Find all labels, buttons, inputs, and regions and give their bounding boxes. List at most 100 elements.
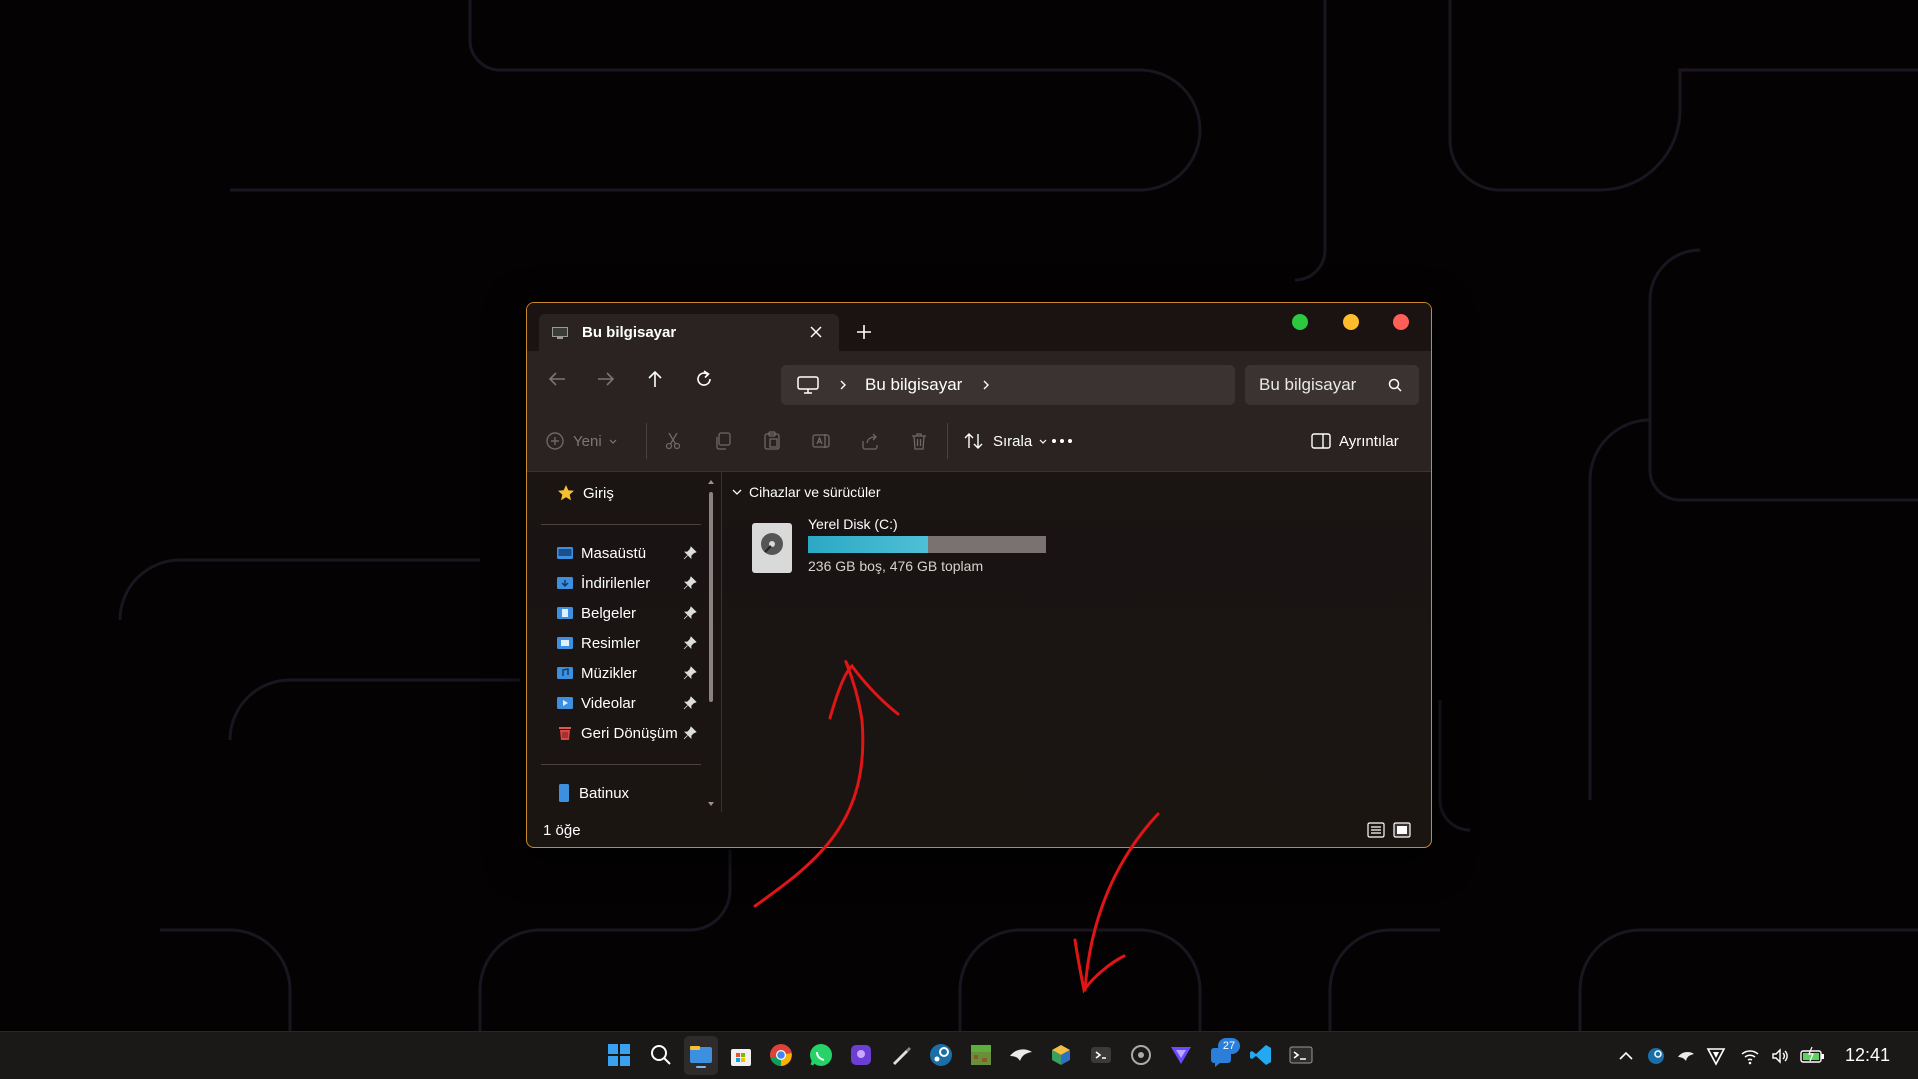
details-view-icon[interactable] (1367, 822, 1385, 838)
cut-icon[interactable] (663, 431, 683, 451)
search-placeholder: Bu bilgisayar (1259, 375, 1357, 394)
sidebar-scrollbar[interactable] (707, 478, 715, 808)
sidebar-item-music[interactable]: Müzikler (557, 662, 707, 684)
sort-arrows-icon (964, 433, 983, 449)
close-tab-icon[interactable] (807, 323, 825, 341)
purple-app-icon[interactable] (848, 1042, 874, 1068)
steam-tray-icon[interactable] (1646, 1046, 1666, 1066)
terminal-app-icon[interactable] (1088, 1042, 1114, 1068)
up-arrow-icon[interactable] (643, 367, 667, 391)
plus-circle-icon (546, 432, 564, 450)
videos-folder-icon (557, 697, 573, 709)
pen-tool-icon[interactable] (888, 1042, 914, 1068)
status-bar: 1 öğe (527, 812, 1431, 847)
pin-icon[interactable] (683, 726, 697, 740)
sidebar-label: Resimler (581, 634, 641, 652)
sidebar-item-home[interactable]: Giriş (557, 482, 707, 504)
start-windows-icon[interactable] (606, 1042, 632, 1068)
minimize-button[interactable] (1343, 314, 1359, 330)
pin-icon[interactable] (683, 696, 697, 710)
pin-icon[interactable] (683, 576, 697, 590)
steam-icon[interactable] (928, 1042, 954, 1068)
chrome-icon[interactable] (768, 1042, 794, 1068)
sidebar-item-documents[interactable]: Belgeler (557, 602, 707, 624)
paste-icon[interactable] (762, 431, 782, 451)
cube-app-icon[interactable] (1048, 1042, 1074, 1068)
pictures-folder-icon (557, 637, 573, 649)
details-pane-icon (1311, 433, 1331, 449)
drive-name: Yerel Disk (C:) (808, 516, 898, 532)
file-explorer-window: Bu bilgisayar Bu bilgisayar Bu bilgisaya… (526, 302, 1432, 848)
divider (541, 524, 701, 525)
more-options-icon[interactable] (1049, 431, 1075, 451)
settings-gear-icon[interactable] (1128, 1042, 1154, 1068)
minecraft-icon[interactable] (968, 1042, 994, 1068)
tab-title: Bu bilgisayar (582, 324, 677, 341)
large-icons-view-icon[interactable] (1393, 822, 1411, 838)
section-title: Cihazlar ve sürücüler (749, 484, 881, 500)
terminal-icon[interactable] (1288, 1042, 1314, 1068)
drive-tile-c[interactable]: Yerel Disk (C:) 236 GB boş, 476 GB topla… (751, 514, 1046, 578)
details-button[interactable]: Ayrıntılar (1311, 431, 1399, 451)
pin-icon[interactable] (683, 636, 697, 650)
navigation-pane: Giriş Masaüstü İndirilenler Belgeler Res… (527, 472, 721, 812)
clock[interactable]: 12:41 (1845, 1045, 1890, 1066)
wifi-icon[interactable] (1740, 1046, 1760, 1066)
sidebar-item-desktop[interactable]: Masaüstü (557, 542, 707, 564)
chevron-right-icon[interactable] (980, 379, 992, 391)
forward-arrow-icon[interactable] (594, 367, 618, 391)
proton-vpn-icon[interactable] (1168, 1042, 1194, 1068)
refresh-icon[interactable] (692, 367, 716, 391)
search-box[interactable]: Bu bilgisayar (1245, 365, 1419, 405)
sidebar-item-user[interactable]: Batinux (557, 782, 707, 804)
close-window-button[interactable] (1393, 314, 1409, 330)
content-area: Cihazlar ve sürücüler Yerel Disk (C:) 23… (723, 472, 1429, 812)
tab-this-pc[interactable]: Bu bilgisayar (539, 314, 839, 351)
search-icon[interactable] (1387, 377, 1403, 393)
documents-folder-icon (557, 607, 573, 619)
section-header-devices[interactable]: Cihazlar ve sürücüler (731, 484, 881, 500)
share-icon[interactable] (860, 431, 880, 451)
sidebar-item-videos[interactable]: Videolar (557, 692, 707, 714)
search-icon[interactable] (648, 1042, 674, 1068)
microsoft-store-icon[interactable] (728, 1042, 754, 1068)
drive-capacity-text: 236 GB boş, 476 GB toplam (808, 558, 984, 574)
user-folder-icon (559, 784, 569, 802)
back-arrow-icon[interactable] (545, 367, 569, 391)
notification-badge: 27 (1218, 1038, 1240, 1054)
recycle-bin-icon (559, 727, 571, 740)
sidebar-item-downloads[interactable]: İndirilenler (557, 572, 707, 594)
pin-icon[interactable] (683, 606, 697, 620)
sidebar-item-pictures[interactable]: Resimler (557, 632, 707, 654)
drive-usage-bar (808, 536, 1046, 553)
new-tab-plus-icon[interactable] (855, 323, 873, 341)
battery-charging-icon[interactable] (1800, 1046, 1826, 1066)
details-label: Ayrıntılar (1339, 432, 1399, 450)
downloads-folder-icon (557, 577, 573, 589)
hard-drive-icon (752, 523, 792, 573)
chevron-right-icon[interactable] (837, 379, 849, 391)
sidebar-label: Giriş (583, 484, 614, 502)
new-button[interactable]: Yeni (545, 431, 618, 451)
computer-icon (797, 376, 819, 394)
copy-icon[interactable] (713, 431, 733, 451)
volume-icon[interactable] (1770, 1046, 1790, 1066)
address-bar[interactable]: Bu bilgisayar (781, 365, 1235, 405)
maximize-button[interactable] (1292, 314, 1308, 330)
vscode-icon[interactable] (1248, 1042, 1274, 1068)
vpn-tray-icon[interactable] (1706, 1046, 1726, 1066)
divider (541, 764, 701, 765)
chevron-up-icon[interactable] (1616, 1046, 1636, 1066)
sidebar-item-recycle-bin[interactable]: Geri Dönüşüm (557, 722, 707, 744)
pin-icon[interactable] (683, 666, 697, 680)
delete-trash-icon[interactable] (909, 431, 929, 451)
sort-button[interactable]: Sırala (963, 431, 1048, 451)
breadcrumb-this-pc[interactable]: Bu bilgisayar (865, 375, 962, 395)
pin-icon[interactable] (683, 546, 697, 560)
eagle-app-icon[interactable] (1008, 1042, 1034, 1068)
eagle-tray-icon[interactable] (1676, 1046, 1696, 1066)
whatsapp-icon[interactable] (808, 1042, 834, 1068)
file-explorer-icon[interactable] (688, 1042, 714, 1068)
rename-icon[interactable] (811, 431, 831, 451)
sidebar-label: Videolar (581, 694, 636, 712)
